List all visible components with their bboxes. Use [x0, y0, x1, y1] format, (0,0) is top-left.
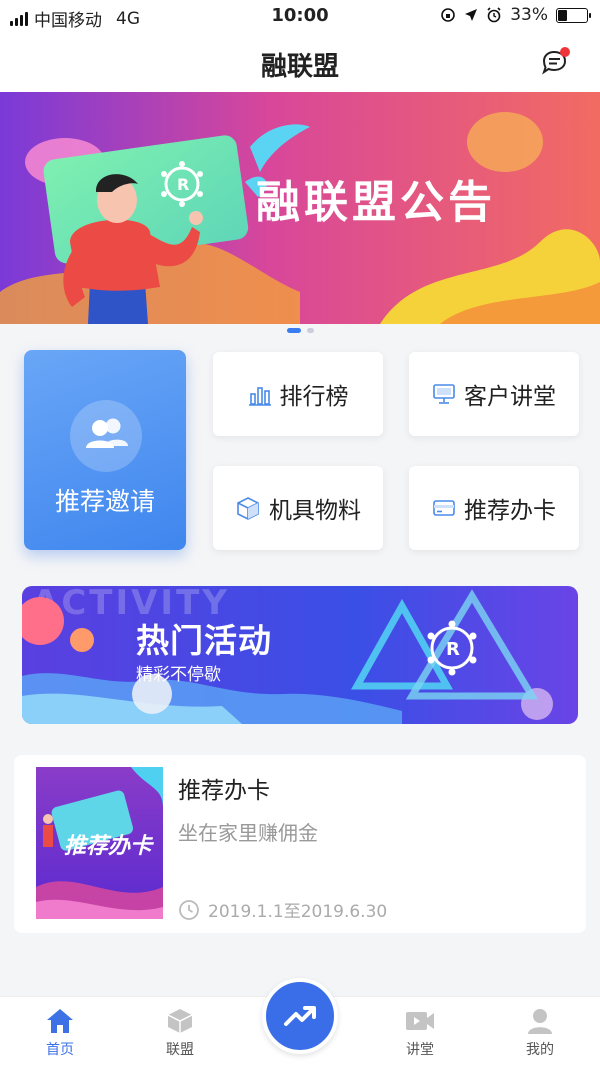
clock-icon	[179, 899, 199, 920]
tile-label: 推荐办卡	[464, 498, 556, 524]
monitor-icon	[433, 384, 455, 404]
news-date: 2019.1.1至2019.6.30	[208, 902, 388, 922]
rotation-lock-icon	[441, 8, 456, 22]
invite-card[interactable]: 推荐邀请	[24, 350, 186, 550]
page-title: 融联盟	[260, 52, 339, 82]
status-bar: 中国移动 4G 10:00 33%	[0, 0, 600, 32]
user-icon	[528, 1009, 552, 1034]
tile-materials[interactable]: 机具物料	[213, 466, 383, 550]
notification-badge	[560, 47, 570, 57]
status-right: 33%	[440, 5, 591, 25]
news-card[interactable]: 推荐办卡 推荐办卡 坐在家里赚佣金 2019.1.1至2019.6.30	[14, 755, 586, 933]
svg-text:R: R	[446, 639, 460, 660]
alarm-icon	[487, 7, 501, 23]
banner-headline: 融联盟公告	[256, 177, 496, 228]
tile-label: 排行榜	[279, 384, 349, 410]
pagination-dot[interactable]	[306, 328, 314, 333]
tab-label: 联盟	[166, 1042, 194, 1058]
announcement-banner[interactable]: R 融联盟公告	[0, 92, 600, 324]
tab-lecture[interactable]: 讲堂	[380, 1007, 460, 1059]
tab-league[interactable]: 联盟	[140, 1007, 220, 1059]
activity-title: 热门活动	[136, 621, 272, 660]
bar-chart-icon	[248, 387, 271, 406]
svg-text:R: R	[177, 175, 189, 194]
video-icon	[406, 1012, 434, 1030]
trending-up-icon	[284, 1006, 316, 1026]
box-icon	[237, 497, 259, 520]
nav-bar: 融联盟	[0, 32, 600, 92]
invite-label: 推荐邀请	[54, 487, 155, 516]
banner-pagination	[0, 328, 600, 336]
tab-home[interactable]: 首页	[20, 1007, 100, 1059]
tab-label: 讲堂	[406, 1042, 434, 1058]
tab-label: 我的	[526, 1042, 554, 1058]
center-action-button[interactable]	[262, 978, 338, 1054]
hot-activity-banner[interactable]: ACTIVITY R 热门活动 精彩不停歇	[22, 586, 578, 724]
tab-mine[interactable]: 我的	[500, 1007, 580, 1059]
tile-card-apply[interactable]: 推荐办卡	[409, 466, 579, 550]
tile-ranking[interactable]: 排行榜	[213, 352, 383, 436]
battery-percent: 33%	[510, 5, 548, 25]
tile-lecture[interactable]: 客户讲堂	[409, 352, 579, 436]
card-icon	[433, 500, 455, 516]
tile-label: 机具物料	[269, 498, 361, 524]
activity-subtitle: 精彩不停歇	[136, 665, 221, 685]
pagination-dot-active[interactable]	[286, 328, 301, 333]
message-button[interactable]	[540, 47, 570, 77]
news-thumbnail: 推荐办卡	[36, 767, 163, 919]
users-icon	[70, 400, 142, 472]
cube-icon	[167, 1009, 193, 1033]
thumb-text: 推荐办卡	[64, 834, 154, 859]
news-date-row: 2019.1.1至2019.6.30	[178, 897, 387, 922]
battery-icon	[556, 7, 591, 23]
banner-illustration: R 融联盟公告	[0, 92, 600, 324]
chat-bubble-icon	[542, 47, 570, 75]
news-description: 坐在家里赚佣金	[178, 821, 318, 845]
home-icon	[47, 1009, 73, 1033]
tile-label: 客户讲堂	[464, 384, 556, 410]
location-icon	[465, 9, 478, 21]
tab-label: 首页	[46, 1042, 74, 1058]
activity-illustration: ACTIVITY R	[22, 586, 578, 724]
news-title: 推荐办卡	[178, 778, 270, 804]
